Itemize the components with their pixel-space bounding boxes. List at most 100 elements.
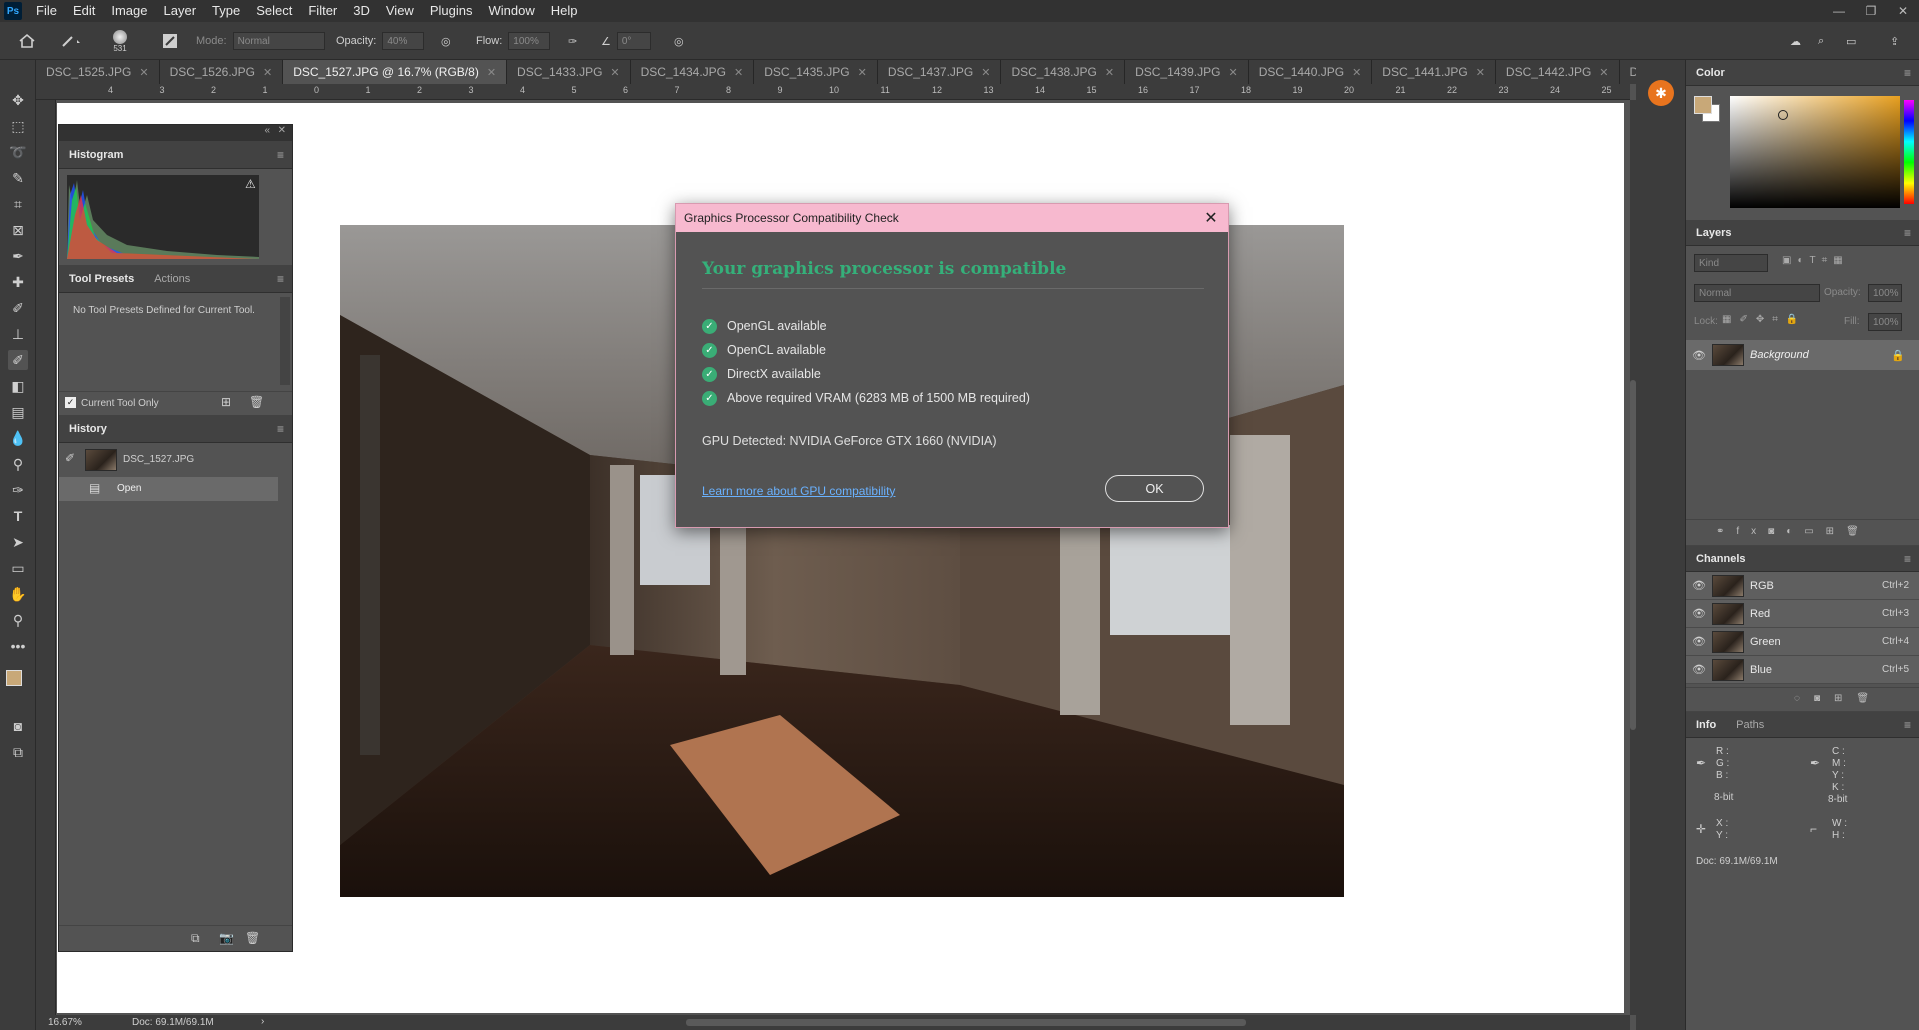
presets-menu-icon[interactable]: ≡ xyxy=(277,272,284,286)
dialog-close-icon[interactable]: ✕ xyxy=(1200,207,1222,229)
menu-file[interactable]: File xyxy=(28,0,65,22)
document-tab[interactable]: DSC_1440.JPG ✕ xyxy=(1248,60,1373,84)
channel-row-green[interactable]: 👁 Green Ctrl+4 xyxy=(1686,628,1919,656)
color-cursor[interactable] xyxy=(1778,110,1788,120)
lasso-tool-icon[interactable]: ➰ xyxy=(8,142,28,162)
learn-plugin-icon[interactable]: ✱ xyxy=(1648,80,1674,106)
zoom-tool-icon[interactable]: ⚲ xyxy=(8,610,28,630)
angle-input[interactable]: 0° xyxy=(616,32,651,50)
home-icon[interactable] xyxy=(18,22,36,60)
presets-scrollbar[interactable] xyxy=(280,297,290,385)
document-tab[interactable]: DSC_1441.JPG ✕ xyxy=(1372,60,1496,84)
layer-opacity-input[interactable]: 100% xyxy=(1868,284,1902,302)
menu-plugins[interactable]: Plugins xyxy=(422,0,481,22)
tab-close-icon[interactable]: ✕ xyxy=(858,66,867,79)
tab-close-icon[interactable]: ✕ xyxy=(263,66,272,79)
new-preset-icon[interactable]: ⊞ xyxy=(221,395,231,409)
rectangle-tool-icon[interactable]: ▭ xyxy=(8,558,28,578)
channel-row-red[interactable]: 👁 Red Ctrl+3 xyxy=(1686,600,1919,628)
brush-tool-preset-icon[interactable] xyxy=(60,22,84,60)
channel-eye-icon[interactable]: 👁 xyxy=(1686,579,1712,592)
channel-action-icons[interactable]: ◌◙⊞🗑 xyxy=(1794,693,1883,704)
airbrush-icon[interactable]: ✑ xyxy=(568,22,577,60)
layers-menu-icon[interactable]: ≡ xyxy=(1904,226,1911,240)
new-document-from-state-icon[interactable]: ⧉ xyxy=(191,931,200,946)
color-menu-icon[interactable]: ≡ xyxy=(1904,66,1911,80)
pressure-opacity-icon[interactable]: ◎ xyxy=(441,22,451,60)
dodge-tool-icon[interactable]: ⚲ xyxy=(8,454,28,474)
flow-input[interactable]: 100% xyxy=(508,32,551,50)
opacity-input[interactable]: 40% xyxy=(382,32,425,50)
brush-size-picker[interactable]: 531 xyxy=(113,22,127,60)
type-tool-icon[interactable]: T xyxy=(8,506,28,526)
layer-kind-filter[interactable]: Kind xyxy=(1694,254,1768,272)
menu-layer[interactable]: Layer xyxy=(156,0,205,22)
document-tab[interactable]: DSC_1438.JPG ✕ xyxy=(1001,60,1126,84)
histogram-tab[interactable]: Histogram xyxy=(59,141,133,169)
tab-close-icon[interactable]: ✕ xyxy=(1476,66,1485,79)
share-icon[interactable]: ⇪ xyxy=(1890,22,1899,60)
menu-select[interactable]: Select xyxy=(248,0,300,22)
brush-settings-icon[interactable] xyxy=(162,22,178,60)
paths-tab[interactable]: Paths xyxy=(1726,719,1774,731)
gradient-tool-icon[interactable]: ▤ xyxy=(8,402,28,422)
menu-edit[interactable]: Edit xyxy=(65,0,103,22)
panel-dock-header[interactable]: « ✕ xyxy=(59,125,292,141)
menu-view[interactable]: View xyxy=(378,0,422,22)
document-tab[interactable]: DSC_1526.JPG ✕ xyxy=(159,60,284,84)
ok-button[interactable]: OK xyxy=(1105,475,1204,502)
channel-row-rgb[interactable]: 👁 RGB Ctrl+2 xyxy=(1686,572,1919,600)
layers-tab[interactable]: Layers xyxy=(1686,227,1741,239)
learn-more-link[interactable]: Learn more about GPU compatibility xyxy=(702,484,895,498)
tab-close-icon[interactable]: ✕ xyxy=(1599,66,1608,79)
tab-close-icon[interactable]: ✕ xyxy=(1105,66,1114,79)
menu-image[interactable]: Image xyxy=(103,0,155,22)
marquee-tool-icon[interactable]: ⬚ xyxy=(8,116,28,136)
camera-snapshot-icon[interactable]: 📷 xyxy=(219,931,234,945)
document-tab[interactable]: DSC_1525.JPG ✕ xyxy=(36,60,160,84)
saturation-field[interactable] xyxy=(1730,96,1900,208)
crop-tool-icon[interactable]: ⌗ xyxy=(8,194,28,214)
history-brush-source-icon[interactable]: ✐ xyxy=(65,451,75,465)
workspace-icon[interactable]: ▭ xyxy=(1846,22,1856,60)
close-panel-icon[interactable]: ✕ xyxy=(278,125,286,136)
hue-slider[interactable] xyxy=(1904,100,1914,204)
channels-tab[interactable]: Channels xyxy=(1686,553,1756,565)
current-tool-only-checkbox[interactable]: ✓ xyxy=(65,397,76,408)
mode-select[interactable]: Normal xyxy=(232,32,325,50)
channels-menu-icon[interactable]: ≡ xyxy=(1904,552,1911,566)
history-brush-tool-icon[interactable]: ✐ xyxy=(8,350,28,370)
zoom-level[interactable]: 16.67% xyxy=(48,1017,82,1028)
cloud-docs-icon[interactable]: ☁ xyxy=(1790,22,1801,60)
tab-close-icon[interactable]: ✕ xyxy=(610,66,619,79)
foreground-color-swatch[interactable] xyxy=(6,670,22,686)
history-step-open[interactable]: ▤ Open xyxy=(59,477,278,501)
screen-mode-icon[interactable]: ⧉ xyxy=(8,742,28,762)
ruler-horizontal[interactable]: 4 3 2 1 0 1 2 3 4 5 6 7 8 9 10 11 12 13 14 15 16 17 18 19 20 21 22… xyxy=(36,84,1630,100)
menu-3d[interactable]: 3D xyxy=(345,0,378,22)
history-menu-icon[interactable]: ≡ xyxy=(277,422,284,436)
hand-tool-icon[interactable]: ✋ xyxy=(8,584,28,604)
delete-state-icon[interactable]: 🗑 xyxy=(245,931,260,945)
document-tab[interactable]: DSC_1435.JPG ✕ xyxy=(754,60,878,84)
path-select-tool-icon[interactable]: ➤ xyxy=(8,532,28,552)
tab-close-icon[interactable]: ✕ xyxy=(1352,66,1361,79)
layer-row-background[interactable]: 👁 Background 🔒 xyxy=(1686,340,1919,370)
pressure-size-icon[interactable]: ◎ xyxy=(674,22,684,60)
minimize-icon[interactable]: — xyxy=(1823,0,1855,22)
tab-close-icon[interactable]: ✕ xyxy=(981,66,990,79)
tab-close-icon[interactable]: ✕ xyxy=(487,66,496,79)
channel-eye-icon[interactable]: 👁 xyxy=(1686,607,1712,620)
ruler-vertical[interactable] xyxy=(36,100,56,1015)
menu-type[interactable]: Type xyxy=(204,0,248,22)
stamp-tool-icon[interactable]: ⊥ xyxy=(8,324,28,344)
eyedropper-tool-icon[interactable]: ✒ xyxy=(8,246,28,266)
brush-tool-icon[interactable]: ✐ xyxy=(8,298,28,318)
blur-tool-icon[interactable]: 💧 xyxy=(8,428,28,448)
info-tab[interactable]: Info xyxy=(1686,719,1726,731)
document-tab[interactable]: DSC_1439.JPG ✕ xyxy=(1125,60,1249,84)
channel-eye-icon[interactable]: 👁 xyxy=(1686,635,1712,648)
tab-close-icon[interactable]: ✕ xyxy=(1228,66,1237,79)
document-tab[interactable]: DSC_1433.JPG ✕ xyxy=(507,60,631,84)
search-icon[interactable]: ⌕ xyxy=(1818,22,1824,60)
